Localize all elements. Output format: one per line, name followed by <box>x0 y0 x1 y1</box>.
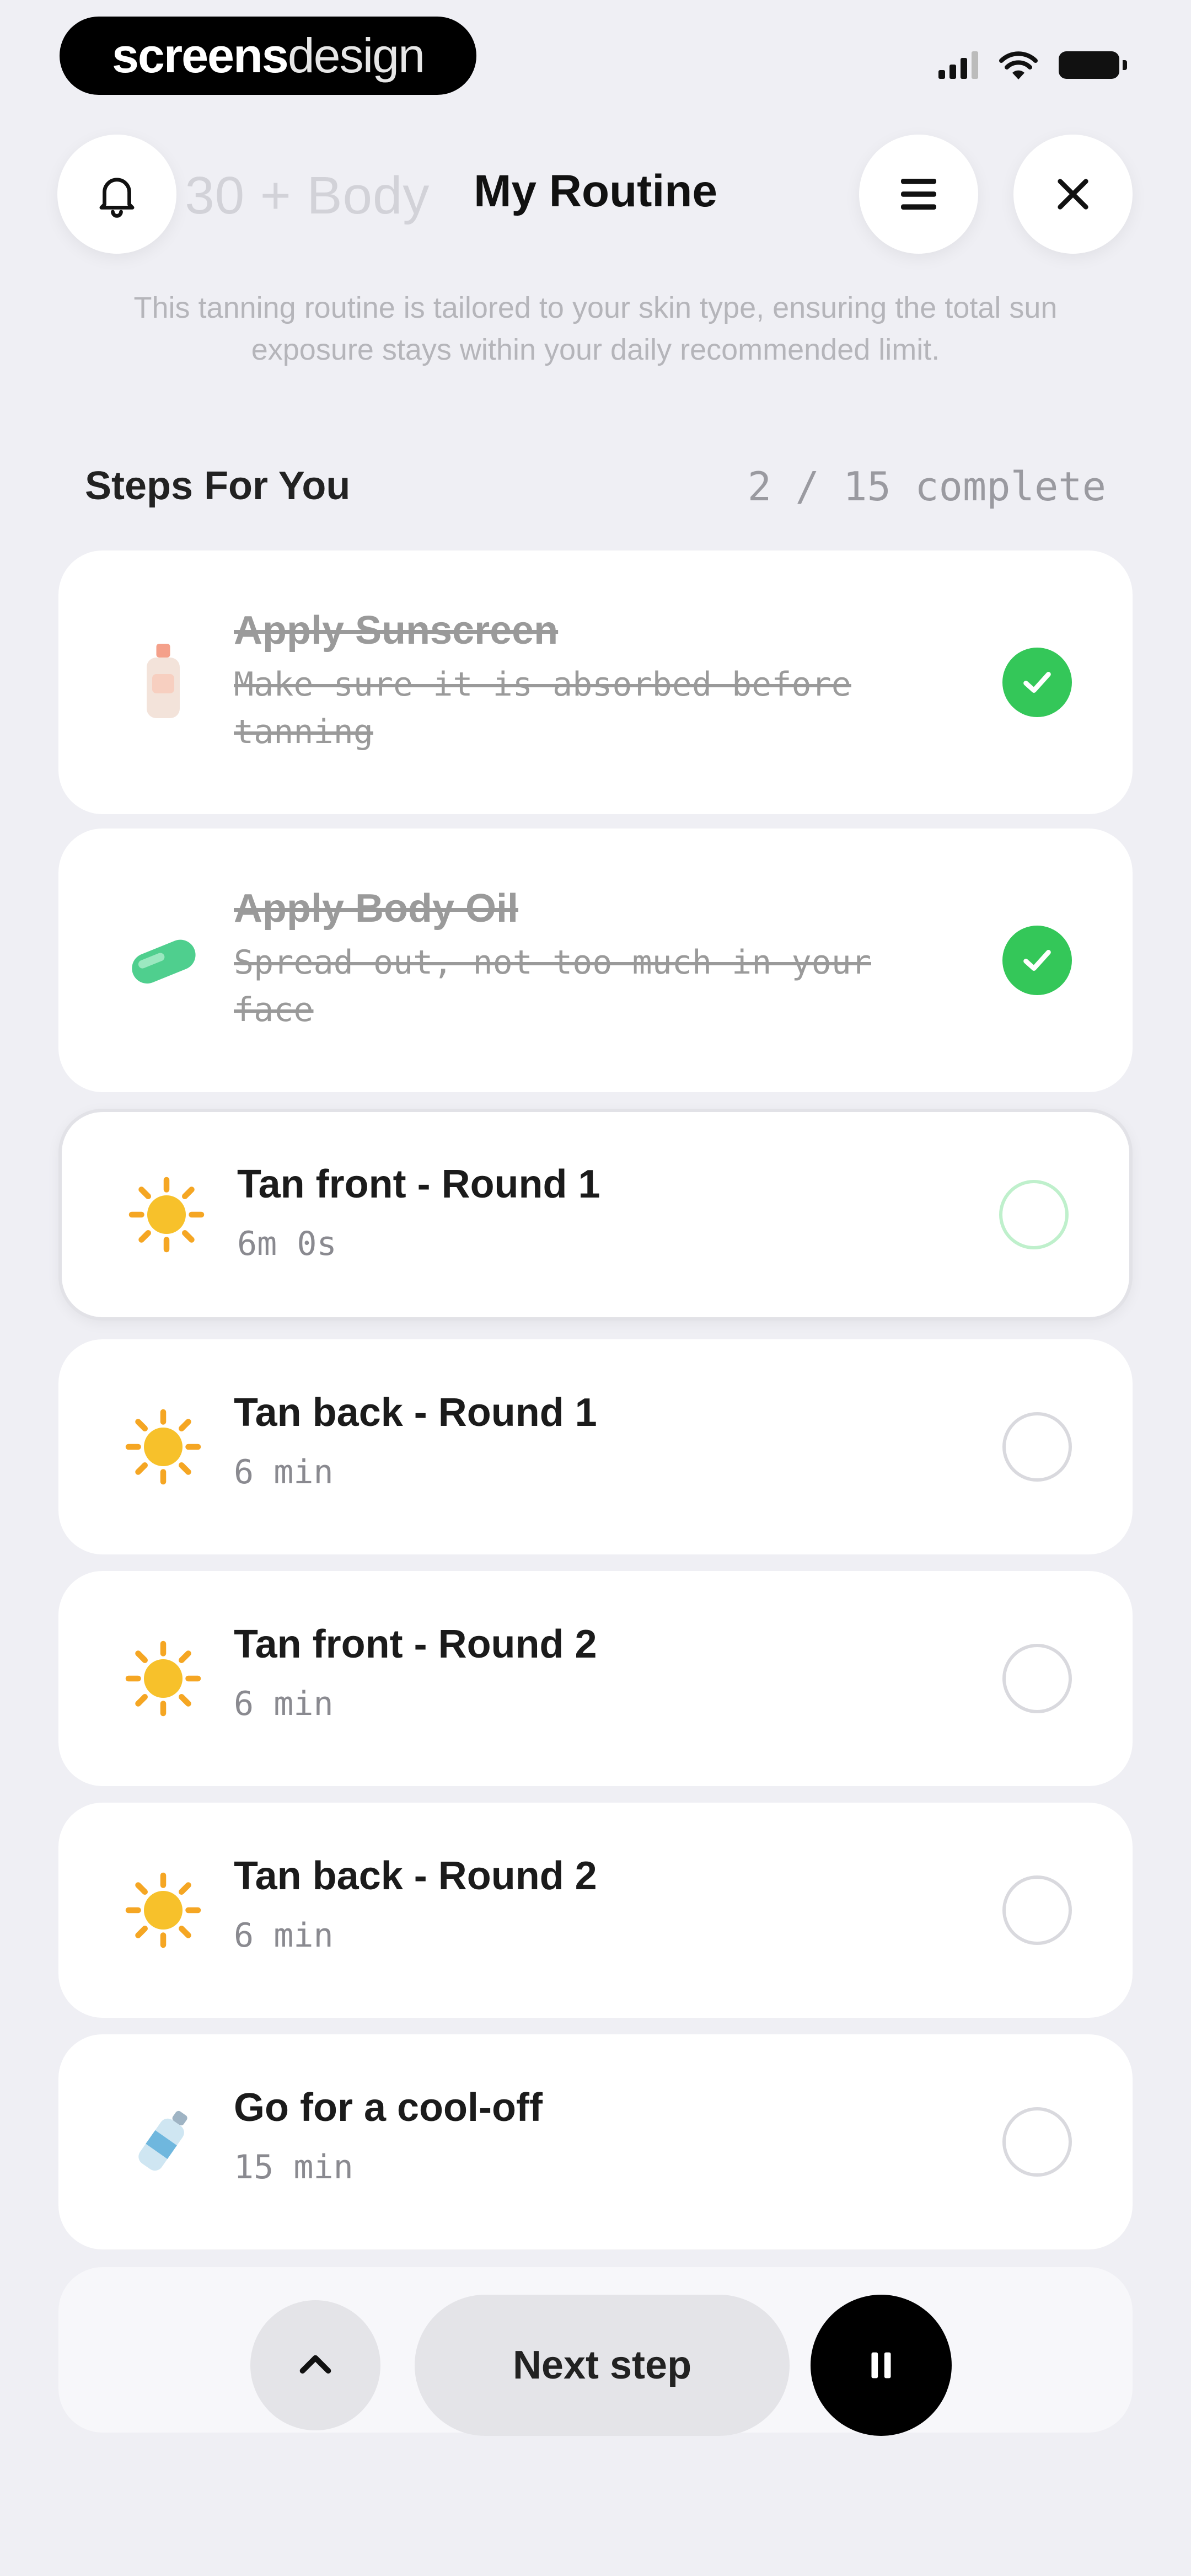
page-title: My Routine <box>474 166 717 216</box>
close-button[interactable] <box>1013 135 1133 254</box>
sun-icon <box>119 1634 207 1723</box>
next-step-button[interactable]: Next step <box>415 2295 790 2436</box>
screensdesign-watermark: screens design <box>60 17 476 95</box>
sun-icon <box>119 1866 207 1954</box>
sun-icon <box>122 1171 211 1259</box>
step-complete-checkbox[interactable] <box>1002 1875 1072 1945</box>
step-duration: 15 min <box>234 2148 353 2187</box>
step-title: Tan back - Round 2 <box>234 1854 597 1898</box>
body-oil-icon <box>119 916 207 1004</box>
step-complete-checkbox[interactable] <box>1002 1644 1072 1713</box>
step-card-cool-off[interactable]: Go for a cool-off 15 min <box>58 2034 1133 2249</box>
step-duration: 6 min <box>234 1916 334 1955</box>
steps-section-title: Steps For You <box>85 464 351 508</box>
checkmark-icon <box>1023 950 1051 971</box>
step-card-tan-front-round-2[interactable]: Tan front - Round 2 6 min <box>58 1571 1133 1786</box>
step-title: Apply Body Oil <box>234 886 519 931</box>
step-complete-checkbox[interactable] <box>999 1180 1069 1249</box>
step-subtitle: Make sure it is absorbed before tanning <box>234 665 851 751</box>
bell-icon <box>99 178 135 218</box>
step-complete-checkbox[interactable] <box>1002 648 1072 717</box>
wifi-icon <box>999 51 1038 79</box>
steps-progress-counter: 2 / 15 complete <box>747 463 1106 510</box>
pause-icon <box>871 2352 891 2379</box>
menu-button[interactable] <box>859 135 978 254</box>
step-complete-checkbox[interactable] <box>1002 926 1072 995</box>
sun-icon <box>119 1403 207 1491</box>
sunscreen-bottle-icon <box>119 638 207 726</box>
step-title: Tan front - Round 1 <box>237 1162 600 1206</box>
step-subtitle: Spread out, not too much in your face <box>234 943 871 1029</box>
step-complete-checkbox[interactable] <box>1002 2107 1072 2177</box>
routine-description: This tanning routine is tailored to your… <box>133 291 1058 366</box>
cellular-signal-icon <box>938 51 978 79</box>
status-bar <box>938 50 1127 81</box>
step-card-tan-front-round-1[interactable]: Tan front - Round 1 6m 0s <box>58 1109 1133 1321</box>
water-bottle-icon <box>119 2098 207 2186</box>
step-title: Apply Sunscreen <box>234 608 559 653</box>
pause-button[interactable] <box>811 2295 952 2436</box>
step-title: Tan front - Round 2 <box>234 1622 597 1666</box>
step-timer: 6m 0s <box>237 1225 337 1263</box>
watermark-text-design: design <box>287 28 425 83</box>
step-complete-checkbox[interactable] <box>1002 1412 1072 1482</box>
step-card-tan-back-round-1[interactable]: Tan back - Round 1 6 min <box>58 1339 1133 1554</box>
routine-screen: screens design / 30 + Body My Routine Thi… <box>0 0 1191 2576</box>
step-card-apply-body-oil[interactable]: Apply Body Oil Spread out, not too much … <box>58 829 1133 1092</box>
close-icon <box>1058 179 1088 210</box>
chevron-up-icon <box>299 2355 331 2374</box>
notifications-button[interactable] <box>57 135 176 254</box>
checkmark-icon <box>1023 672 1051 693</box>
step-duration: 6 min <box>234 1685 334 1723</box>
step-card-tan-back-round-2[interactable]: Tan back - Round 2 6 min <box>58 1803 1133 2018</box>
step-title: Go for a cool-off <box>234 2086 543 2130</box>
battery-icon <box>1059 51 1127 79</box>
step-title: Tan back - Round 1 <box>234 1391 597 1435</box>
expand-up-button[interactable] <box>250 2300 380 2430</box>
watermark-text-screens: screens <box>111 28 289 83</box>
list-icon <box>901 179 936 210</box>
step-card-apply-sunscreen[interactable]: Apply Sunscreen Make sure it is absorbed… <box>58 551 1133 814</box>
step-duration: 6 min <box>234 1453 334 1492</box>
